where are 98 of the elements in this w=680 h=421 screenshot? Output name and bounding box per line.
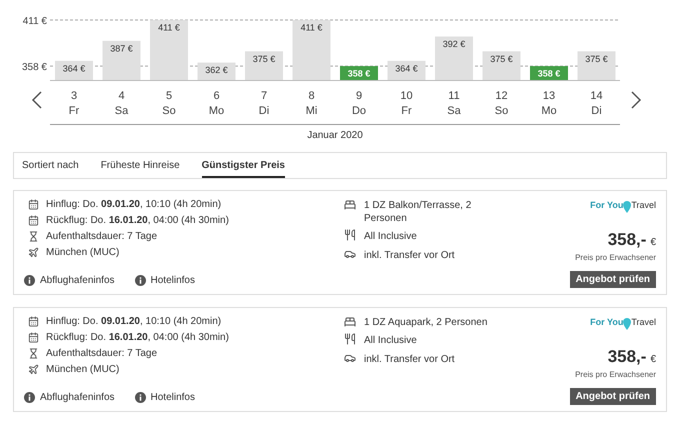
price-bar[interactable]	[388, 60, 426, 80]
weekday-label: Fr	[68, 105, 80, 117]
weekday-label: So	[162, 105, 176, 117]
day-number: 7	[260, 90, 268, 102]
sort-tab[interactable]: Günstigster Preis	[202, 153, 285, 178]
bar-value-label: 375 €	[252, 54, 276, 64]
check-offer-button[interactable]: Angebot prüfen	[570, 271, 656, 288]
day-number: 3	[70, 90, 78, 102]
info-link[interactable]: Abflughafeninfos	[24, 273, 115, 288]
trip-detail: Rückflug: Do. 16.01.20, 04:00 (4h 30min)	[46, 214, 229, 228]
utensils-icon	[344, 229, 356, 241]
day-number: 8	[308, 90, 315, 102]
trip-detail: Aufenthaltsdauer: 7 Tage	[46, 230, 158, 244]
bar-value-label: 375 €	[585, 54, 608, 64]
hourglass-icon	[28, 348, 39, 359]
calendar-icon	[28, 332, 39, 343]
day-number: 10	[400, 90, 413, 102]
weekday-label: Sa	[114, 105, 128, 117]
currency: €	[650, 236, 656, 250]
bar-value-label: 375 €	[490, 54, 513, 64]
info-icon	[134, 275, 146, 286]
trip-detail: Aufenthaltsdauer: 7 Tage	[46, 347, 158, 361]
bed-icon	[344, 316, 356, 328]
month-label: Januar 2020	[307, 129, 363, 143]
weekday-label: Mi	[306, 105, 318, 117]
price-bar[interactable]	[245, 51, 283, 80]
info-icon	[24, 392, 35, 403]
bar-value-label: 364 €	[395, 63, 418, 74]
price: 358,-	[608, 228, 646, 250]
trip-detail: Rückflug: Do. 16.01.20, 04:00 (4h 30min)	[46, 331, 229, 345]
sort-tab[interactable]: Früheste Hinreise	[100, 153, 180, 178]
info-link[interactable]: Abflughafeninfos	[24, 390, 115, 405]
check-offer-button[interactable]: Angebot prüfen	[570, 388, 656, 405]
bed-icon	[344, 199, 356, 211]
day-number: 13	[542, 90, 556, 102]
weekday-label: Mo	[541, 105, 557, 117]
day-number: 4	[118, 90, 125, 102]
calendar-icon	[28, 316, 39, 327]
trip-detail: Hinflug: Do. 09.01.20, 10:10 (4h 20min)	[46, 198, 222, 212]
weekday-label: Do	[352, 105, 366, 117]
price-note: Preis pro Erwachsener	[575, 252, 656, 264]
pin-icon	[623, 200, 632, 212]
day-number: 9	[356, 90, 362, 102]
price-bar[interactable]	[198, 62, 236, 80]
info-link[interactable]: Hotelinfos	[134, 390, 195, 405]
day-number: 12	[495, 90, 508, 102]
info-icon	[134, 392, 146, 403]
hourglass-icon	[28, 231, 39, 242]
sort-label: Sortiert nach	[22, 159, 79, 173]
board-type: All Inclusive	[364, 230, 417, 244]
axis-tick-label: 411 €	[22, 16, 47, 27]
weekday-label: Fr	[401, 105, 412, 117]
provider-logo: For You Travel	[590, 199, 656, 212]
bar-value-label: 411 €	[158, 22, 180, 32]
currency: €	[650, 352, 656, 366]
calendar-icon	[28, 215, 39, 226]
bar-value-label: 358 €	[348, 68, 370, 79]
weekday-label: So	[494, 105, 508, 117]
day-number: 6	[213, 90, 220, 102]
plane-icon	[28, 247, 39, 258]
bar-value-label: 387 €	[110, 43, 133, 54]
trip-detail: Hinflug: Do. 09.01.20, 10:10 (4h 20min)	[46, 315, 222, 329]
info-icon	[24, 275, 35, 286]
room-type: 1 DZ Aquapark, 2 Personen	[364, 316, 488, 329]
weekday-label: Di	[258, 105, 270, 117]
pin-icon	[623, 318, 632, 330]
trip-detail: München (MUC)	[46, 363, 120, 377]
info-link[interactable]: Hotelinfos	[134, 273, 195, 288]
plane-icon	[28, 364, 39, 375]
calendar-icon	[28, 199, 39, 210]
transfer-info: inkl. Transfer vor Ort	[364, 353, 455, 367]
weekday-label: Mo	[208, 105, 224, 117]
price-note: Preis pro Erwachsener	[575, 369, 656, 381]
board-type: All Inclusive	[364, 334, 417, 348]
next-button[interactable]	[631, 91, 642, 109]
bar-value-label: 364 €	[62, 63, 86, 74]
day-number: 5	[166, 90, 172, 102]
weekday-label: Di	[591, 105, 602, 117]
axis-tick-label: 358 €	[22, 62, 47, 74]
car-icon	[344, 352, 356, 364]
day-number: 14	[590, 90, 603, 102]
bar-value-label: 358 €	[538, 68, 560, 79]
day-number: 11	[448, 90, 460, 102]
provider-logo: For You Travel	[590, 316, 656, 330]
transfer-info: inkl. Transfer vor Ort	[364, 249, 455, 263]
price-bar[interactable]	[482, 51, 520, 80]
bar-value-label: 362 €	[205, 65, 228, 76]
bar-value-label: 411 €	[300, 22, 322, 32]
price-bar[interactable]	[55, 60, 93, 80]
price-bar[interactable]	[578, 51, 616, 80]
car-icon	[344, 248, 356, 260]
weekday-label: Sa	[447, 105, 461, 117]
price: 358,-	[608, 346, 646, 368]
room-type: 1 DZ Balkon/Terrasse, 2 Personen	[364, 199, 472, 225]
bar-value-label: 392 €	[442, 39, 466, 50]
previous-button[interactable]	[32, 91, 42, 109]
utensils-icon	[344, 333, 356, 345]
trip-detail: München (MUC)	[46, 246, 120, 260]
